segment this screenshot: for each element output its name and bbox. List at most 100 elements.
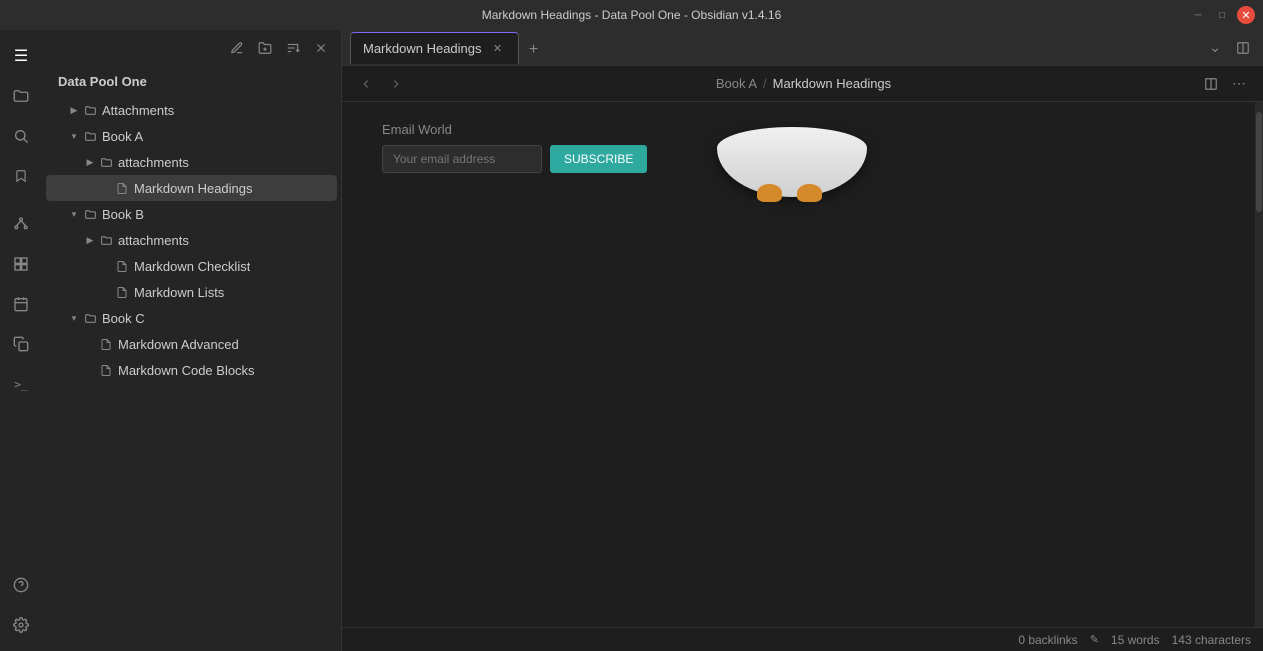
folder-icon (82, 310, 98, 326)
breadcrumb-current: Markdown Headings (773, 76, 892, 91)
word-count-status[interactable]: 15 words (1111, 633, 1160, 647)
sidebar-item-label: attachments (118, 233, 189, 248)
copy-icon[interactable] (3, 326, 39, 362)
char-count-status[interactable]: 143 characters (1172, 633, 1251, 647)
help-icon[interactable] (3, 567, 39, 603)
duck-feet (757, 184, 822, 202)
folder-open-icon (82, 128, 98, 144)
tab-bar-right: ⌄ (1195, 36, 1263, 60)
titlebar-controls: ─ □ ✕ (1189, 6, 1255, 24)
terminal-icon[interactable]: >_ (3, 366, 39, 402)
sidebar-item-label: Markdown Advanced (118, 337, 239, 352)
sidebar-item-label: Book A (102, 129, 143, 144)
header-actions: ⋯ (1199, 72, 1251, 96)
subscribe-button[interactable]: SUBSCRIBE (550, 145, 647, 173)
email-input[interactable] (382, 145, 542, 173)
minimize-button[interactable]: ─ (1189, 6, 1207, 24)
header-nav (354, 72, 408, 96)
sidebar-content: Data Pool One ▶ Attachments ▾ (42, 66, 341, 651)
chevron-down-icon: ▾ (66, 128, 82, 144)
sort-button[interactable] (281, 36, 305, 60)
content-header: Book A / Markdown Headings ⋯ (342, 66, 1263, 102)
char-count-label: 143 characters (1172, 633, 1251, 647)
more-options-button[interactable]: ⋯ (1227, 72, 1251, 96)
sidebar-toggle-icon[interactable]: ☰ (3, 38, 39, 74)
tab-label: Markdown Headings (363, 41, 482, 56)
sidebar-item-label: Markdown Checklist (134, 259, 250, 274)
scrollbar-thumb (1256, 112, 1262, 212)
sidebar-item-markdown-checklist[interactable]: ▶ Markdown Checklist (46, 253, 337, 279)
file-icon (114, 258, 130, 274)
search-icon[interactable] (3, 118, 39, 154)
blocks-icon[interactable] (3, 246, 39, 282)
sidebar-item-label: Attachments (102, 103, 174, 118)
new-folder-button[interactable] (253, 36, 277, 60)
edit-status[interactable]: ✎ (1090, 633, 1099, 646)
tab-markdown-headings[interactable]: Markdown Headings ✕ (350, 32, 519, 64)
maximize-button[interactable]: □ (1213, 6, 1231, 24)
folder-icon (82, 206, 98, 222)
backlinks-status[interactable]: 0 backlinks (1018, 633, 1077, 647)
sidebar-item-attachments[interactable]: ▶ Attachments (46, 97, 337, 123)
titlebar: Markdown Headings - Data Pool One - Obsi… (0, 0, 1263, 30)
sidebar-item-label: Book B (102, 207, 144, 222)
file-icon (114, 284, 130, 300)
breadcrumb-separator: / (763, 76, 767, 91)
forward-button[interactable] (384, 72, 408, 96)
split-view-button[interactable] (1199, 72, 1223, 96)
settings-icon[interactable] (3, 607, 39, 643)
backlinks-label: 0 backlinks (1018, 633, 1077, 647)
close-button[interactable]: ✕ (1237, 6, 1255, 24)
status-bar: 0 backlinks ✎ 15 words 143 characters (342, 627, 1263, 651)
sidebar-item-book-b-attachments[interactable]: ▶ attachments (46, 227, 337, 253)
sidebar-item-markdown-advanced[interactable]: ▶ Markdown Advanced (46, 331, 337, 357)
chevron-right-icon: ▶ (82, 232, 98, 248)
graph-icon[interactable] (3, 206, 39, 242)
sidebar-item-book-a[interactable]: ▾ Book A (46, 123, 337, 149)
bookmark-icon[interactable] (3, 158, 39, 194)
new-tab-button[interactable]: + (520, 36, 548, 64)
collapse-all-button[interactable] (309, 36, 333, 60)
sidebar-item-label: Markdown Headings (134, 181, 253, 196)
word-count-label: 15 words (1111, 633, 1160, 647)
duck-image (707, 122, 877, 202)
newsletter-section: Email World SUBSCRIBE (342, 102, 1263, 222)
split-editor-button[interactable] (1231, 36, 1255, 60)
folder-icon (98, 232, 114, 248)
tab-bar: Markdown Headings ✕ + ⌄ (342, 30, 1263, 66)
back-button[interactable] (354, 72, 378, 96)
chevron-down-icon: ▾ (66, 310, 82, 326)
activity-bar: ☰ (0, 30, 42, 651)
content-area[interactable]: Email World SUBSCRIBE (342, 102, 1263, 627)
tab-dropdown-button[interactable]: ⌄ (1203, 36, 1227, 60)
sidebar-item-book-a-attachments[interactable]: ▶ attachments (46, 149, 337, 175)
pencil-icon: ✎ (1090, 633, 1099, 646)
duck-foot-right (797, 184, 822, 202)
folder-icon (82, 102, 98, 118)
sidebar-item-book-c[interactable]: ▾ Book C (46, 305, 337, 331)
sidebar-item-book-b[interactable]: ▾ Book B (46, 201, 337, 227)
sidebar-item-label: Book C (102, 311, 145, 326)
content-scrollbar[interactable] (1255, 102, 1263, 627)
chevron-right-icon: ▶ (66, 102, 82, 118)
sidebar-item-label: Markdown Code Blocks (118, 363, 255, 378)
folder-icon[interactable] (3, 78, 39, 114)
newsletter-label: Email World (382, 122, 647, 137)
chevron-down-icon: ▾ (66, 206, 82, 222)
newsletter-form: Email World SUBSCRIBE (382, 122, 647, 173)
breadcrumb-parent[interactable]: Book A (716, 76, 757, 91)
sidebar-item-markdown-lists[interactable]: ▶ Markdown Lists (46, 279, 337, 305)
main-area: Markdown Headings ✕ + ⌄ (342, 30, 1263, 651)
calendar-icon[interactable] (3, 286, 39, 322)
folder-icon (98, 154, 114, 170)
tab-close-button[interactable]: ✕ (490, 40, 506, 56)
sidebar-item-markdown-headings[interactable]: ▶ Markdown Headings (46, 175, 337, 201)
duck-foot-left (757, 184, 782, 202)
file-icon (98, 362, 114, 378)
vault-name: Data Pool One (42, 70, 341, 97)
new-note-button[interactable] (225, 36, 249, 60)
sidebar-item-markdown-code-blocks[interactable]: ▶ Markdown Code Blocks (46, 357, 337, 383)
sidebar-item-label: Markdown Lists (134, 285, 224, 300)
sidebar-toolbar (42, 30, 341, 66)
file-icon (114, 180, 130, 196)
